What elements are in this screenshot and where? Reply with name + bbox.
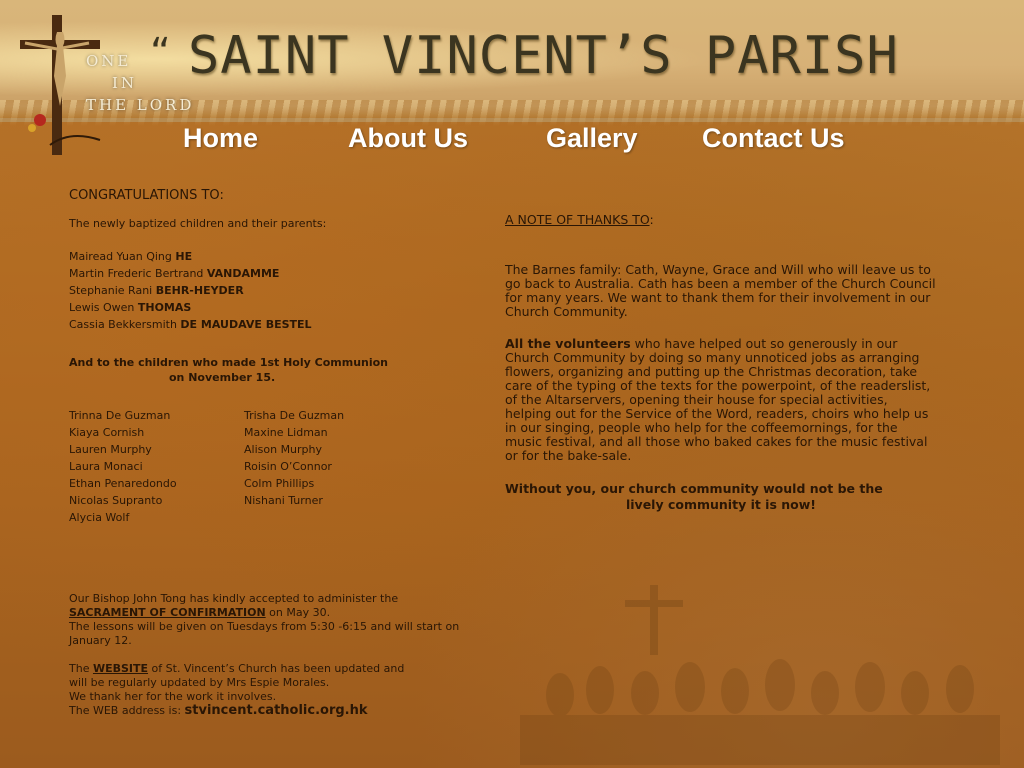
congratulations-heading: CONGRATULATIONS TO:	[69, 188, 224, 203]
confirmation-notice: Our Bishop John Tong has kindly accepted…	[69, 592, 460, 647]
communion-name: Trisha De Guzman	[244, 409, 345, 422]
communion-name: Alison Murphy	[244, 443, 323, 456]
communion-name: Nishani Turner	[244, 494, 323, 507]
communion-name	[244, 509, 444, 526]
nav-home-link[interactable]: Home	[183, 123, 258, 154]
communion-names: Trinna De Guzman Trisha De Guzman Kiaya C…	[69, 407, 499, 526]
communion-name: Lauren Murphy	[69, 443, 152, 456]
web-address-link[interactable]: stvincent.catholic.org.hk	[185, 703, 368, 718]
thanks-heading: A NOTE OF THANKS TO:	[505, 212, 654, 227]
barnes-paragraph: The Barnes family: Cath, Wayne, Grace an…	[505, 262, 936, 319]
motto-line: THE LORD	[86, 96, 195, 114]
communion-name: Nicolas Supranto	[69, 494, 163, 507]
volunteers-paragraph: All the volunteers who have helped out s…	[505, 336, 931, 463]
motto-line: IN	[112, 74, 138, 92]
baptized-name: Mairead Yuan Qing HE	[69, 250, 193, 263]
nav-about-link[interactable]: About Us	[348, 123, 468, 154]
congratulations-section: CONGRATULATIONS TO: The newly baptized c…	[69, 188, 499, 718]
baptized-name: Stephanie Rani BEHR-HEYDER	[69, 284, 244, 297]
motto: ONE IN THE LORD	[86, 50, 206, 116]
communion-name: Trinna De Guzman	[69, 409, 171, 422]
communion-name: Kiaya Cornish	[69, 426, 145, 439]
main-nav: Home About Us Gallery Contact Us	[0, 123, 1024, 159]
baptized-name: Cassia Bekkersmith DE MAUDAVE BESTEL	[69, 318, 312, 331]
communion-name: Colm Phillips	[244, 477, 315, 490]
communion-heading: And to the children who made 1st Holy Co…	[69, 356, 389, 384]
website-notice: The WEBSITE of St. Vincent’s Church has …	[69, 662, 405, 718]
communion-name: Ethan Penaredondo	[69, 477, 177, 490]
nav-gallery-link[interactable]: Gallery	[546, 123, 638, 154]
nav-contact-link[interactable]: Contact Us	[702, 123, 845, 154]
communion-name: Maxine Lidman	[244, 426, 328, 439]
motto-line: ONE	[86, 52, 132, 70]
communion-name: Alycia Wolf	[69, 511, 130, 524]
site-title: SAINT VINCENT’S PARISH	[188, 26, 899, 86]
communion-name: Laura Monaci	[69, 460, 143, 473]
sacrament-link[interactable]: SACRAMENT OF CONFIRMATION	[69, 606, 266, 619]
baptized-name: Lewis Owen THOMAS	[69, 301, 192, 314]
thanks-section: A NOTE OF THANKS TO: The Barnes family: …	[505, 212, 937, 513]
baptized-list: Mairead Yuan Qing HE Martin Frederic Ber…	[69, 248, 499, 333]
baptized-name: Martin Frederic Bertrand VANDAMME	[69, 267, 280, 280]
communion-name: Roisin O’Connor	[244, 460, 332, 473]
congregation-watermark	[520, 585, 1000, 765]
closing-message: Without you, our church community would …	[505, 481, 883, 512]
website-link[interactable]: WEBSITE	[93, 662, 148, 675]
baptism-intro: The newly baptized children and their pa…	[69, 217, 327, 230]
